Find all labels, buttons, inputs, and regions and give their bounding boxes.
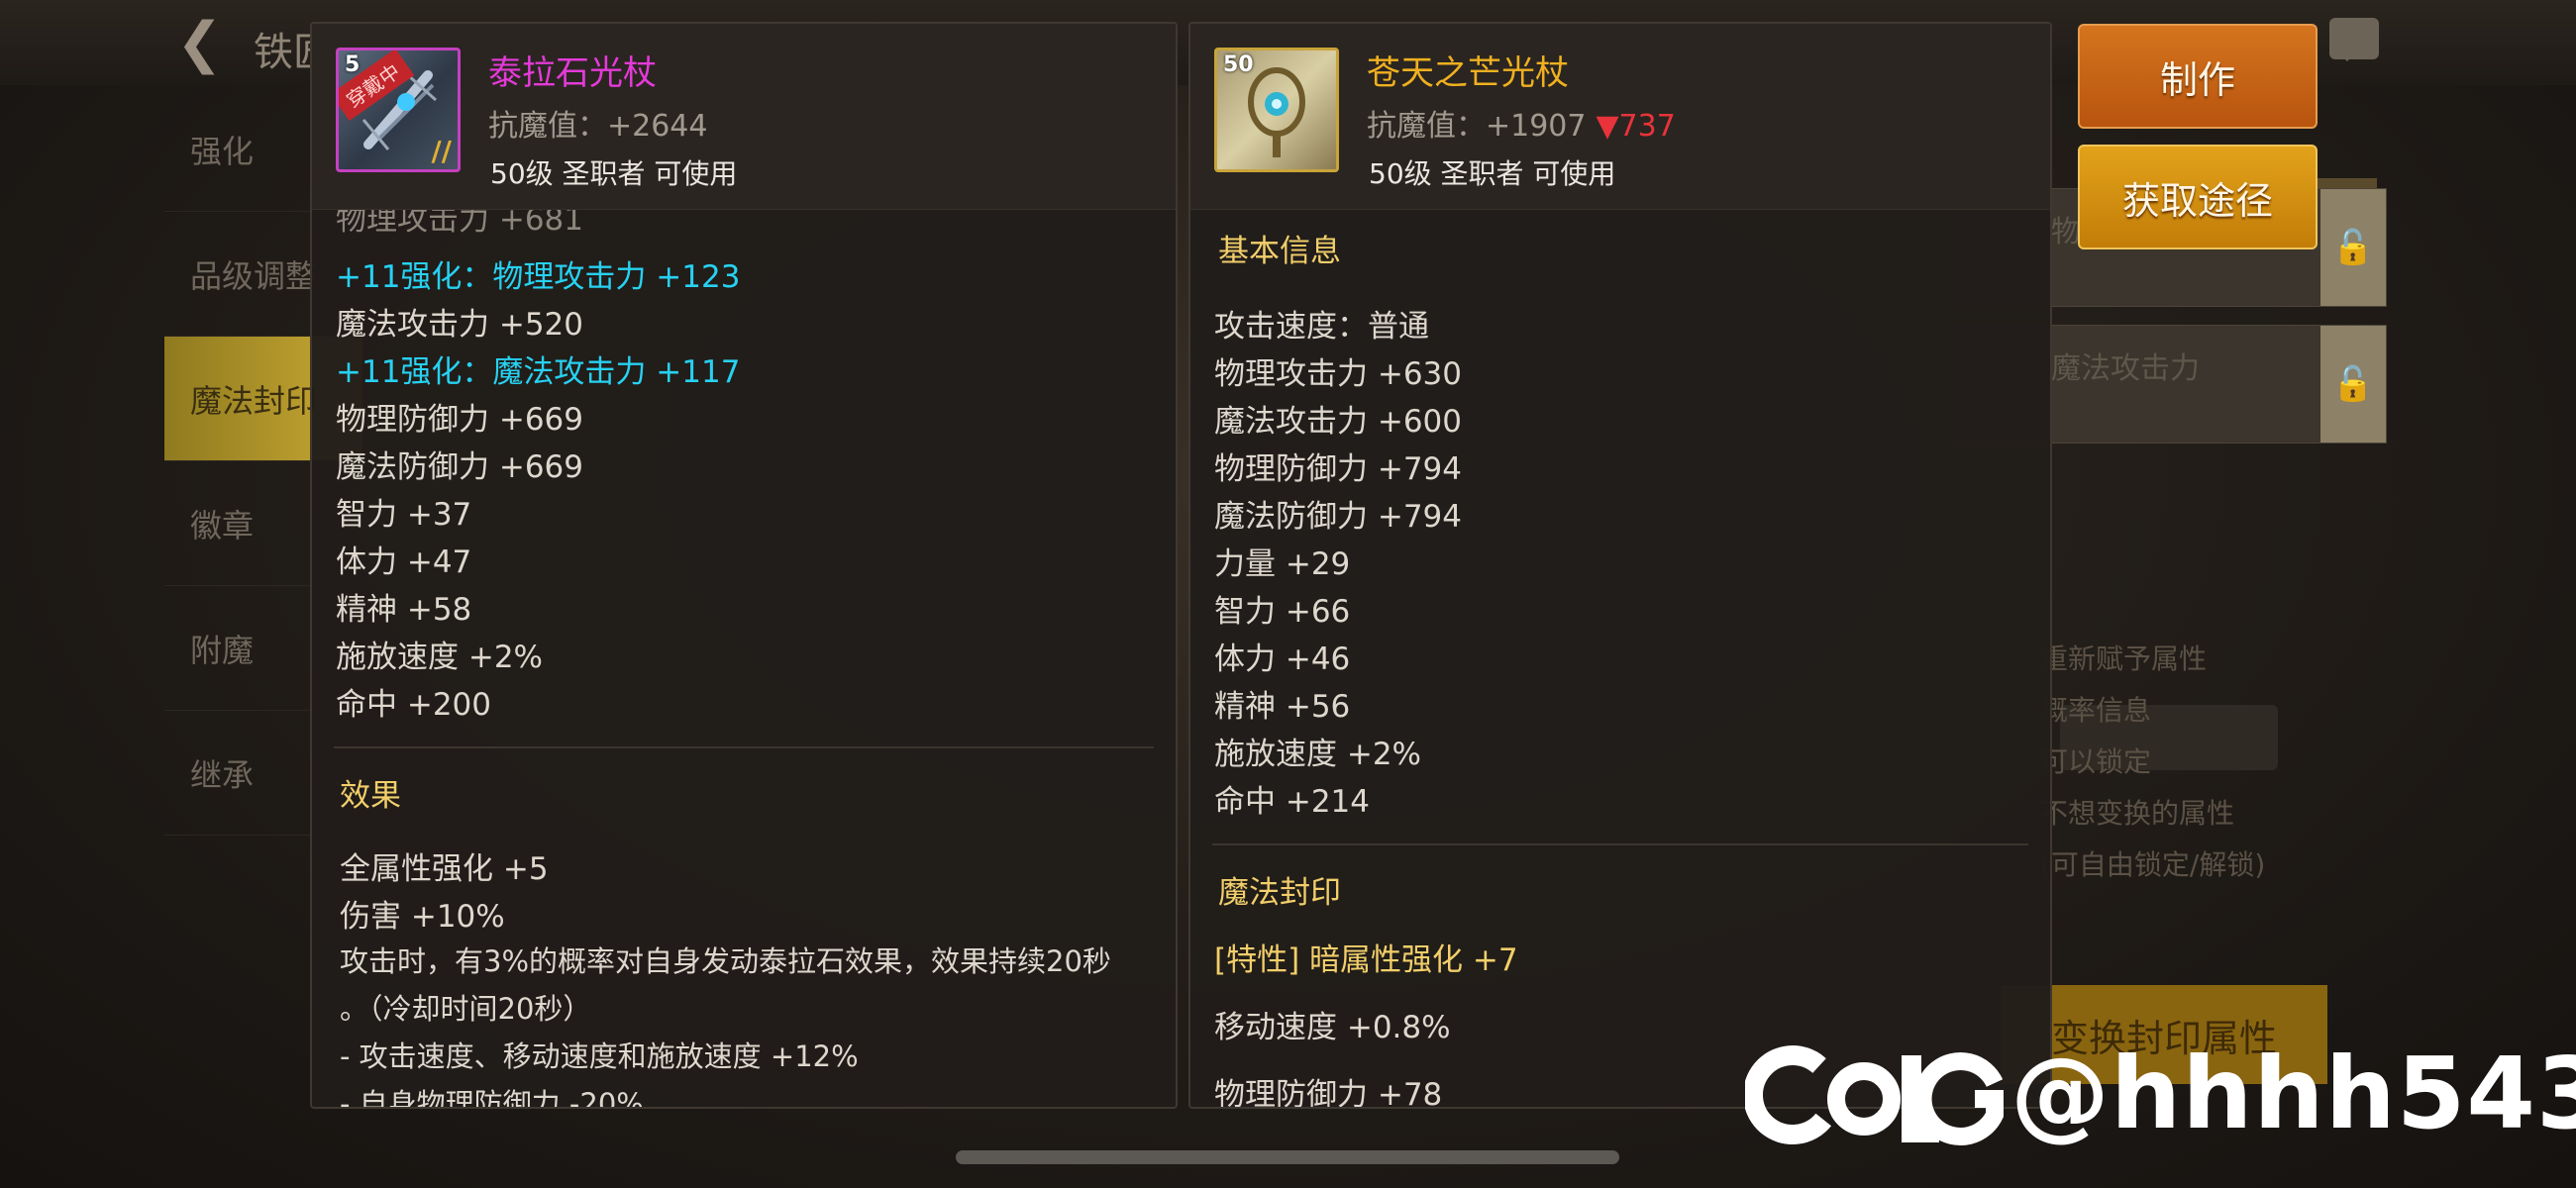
magic-defense-value: 抗魔值：+1907 xyxy=(1367,109,1587,144)
effect-line: 伤害 +10% xyxy=(340,899,505,935)
home-indicator[interactable] xyxy=(956,1150,1619,1164)
colg-logo xyxy=(1745,1044,2004,1145)
stat-line: 力量 +29 xyxy=(1214,546,1351,582)
equipped-item-tooltip: 5 穿戴中 // 泰拉石光杖 抗魔值：+2644 50级 圣职者 可使用 物理攻… xyxy=(310,22,1178,1109)
watermark: @hhhh5432 xyxy=(1745,1036,2576,1151)
effect-line: 攻击时，有3%的概率对自身发动泰拉石效果，效果持续20秒 xyxy=(340,944,1111,978)
stat-line: 攻击速度：普通 xyxy=(1214,309,1429,345)
stat-line: 物理攻击力 +630 xyxy=(1214,356,1462,392)
seal-trait-line: [特性] 暗属性强化 +7 xyxy=(1214,942,1518,978)
stat-line: 体力 +46 xyxy=(1214,642,1351,677)
item-requirement: 50级 圣职者 可使用 xyxy=(1369,157,1616,190)
grade-mark: // xyxy=(431,135,452,167)
compare-item-tooltip: 50 苍天之芒光杖 抗魔值：+1907 ▼737 50级 圣职者 可使用 基本信息… xyxy=(1188,22,2052,1109)
lock-hint-line: (可自由锁定/解锁) xyxy=(2040,848,2266,881)
basic-info-title: 基本信息 xyxy=(1218,234,1341,269)
craft-button[interactable]: 制作 xyxy=(2078,24,2318,129)
item-stats: 物理攻击力 +681 +11强化：物理攻击力 +123 魔法攻击力 +520 +… xyxy=(312,210,1176,1107)
lock-icon[interactable]: 🔓 xyxy=(2320,326,2386,443)
effect-line: 全属性强化 +5 xyxy=(340,851,549,887)
stat-line: 魔法防御力 +669 xyxy=(336,449,583,485)
icon-level: 50 xyxy=(1223,52,1254,77)
magic-defense-diff: ▼737 xyxy=(1596,109,1676,144)
seal-stat-line: 物理防御力 +78 xyxy=(1214,1077,1443,1109)
section-divider xyxy=(1212,843,2028,845)
stat-line: +11强化：魔法攻击力 +117 xyxy=(336,354,741,390)
lock-hint-line: 不想变换的属性 xyxy=(2040,797,2235,830)
stat-line: 命中 +200 xyxy=(336,687,491,723)
stat-line: 施放速度 +2% xyxy=(1214,737,1422,772)
staff-icon: 5 穿戴中 // xyxy=(336,48,461,172)
lock-hint-line: 可以锁定 xyxy=(2040,745,2152,778)
magic-defense-stat: 抗魔值：+1907 ▼737 xyxy=(1367,101,1676,145)
magic-seal-title: 魔法封印 xyxy=(1218,875,1341,911)
stat-line: 魔法防御力 +794 xyxy=(1214,499,1462,535)
reassign-label: 重新赋予属性 xyxy=(2040,643,2208,675)
effect-section-title: 效果 xyxy=(340,778,401,814)
item-stats: 基本信息 攻击速度：普通 物理攻击力 +630 魔法攻击力 +600 物理防御力… xyxy=(1190,210,2050,1107)
item-name: 泰拉石光杖 xyxy=(488,53,657,93)
probability-info-label[interactable]: 概率信息 xyxy=(2040,685,2357,737)
magic-defense-stat: 抗魔值：+2644 xyxy=(488,109,708,144)
seal-help-text: 重新赋予属性 概率信息 可以锁定 不想变换的属性 (可自由锁定/解锁) xyxy=(2040,634,2357,891)
lock-icon[interactable]: 🔓 xyxy=(2320,189,2386,306)
effect-line: 。（冷却时间20秒） xyxy=(340,992,592,1026)
stat-line: 施放速度 +2% xyxy=(336,640,544,675)
stat-line: +11强化：物理攻击力 +123 xyxy=(336,259,741,295)
staff-icon: 50 xyxy=(1214,48,1339,172)
effect-line: - 自身物理防御力 -20% xyxy=(340,1087,644,1109)
item-requirement: 50级 圣职者 可使用 xyxy=(490,157,738,190)
stat-line: 命中 +214 xyxy=(1214,784,1370,820)
seal-attribute-label: 魔法攻击力 xyxy=(2051,351,2200,386)
seal-stat-line: 移动速度 +0.8% xyxy=(1214,1010,1451,1045)
item-name: 苍天之芒光杖 xyxy=(1367,53,1569,93)
stat-line: 体力 +47 xyxy=(336,544,472,580)
stat-line: 物理防御力 +794 xyxy=(1214,451,1462,487)
back-arrow-icon[interactable]: ❮ xyxy=(176,14,236,73)
stat-line: 智力 +66 xyxy=(1214,594,1351,630)
acquire-source-button[interactable]: 获取途径 xyxy=(2078,145,2318,249)
stat-line: 魔法攻击力 +600 xyxy=(1214,404,1462,440)
effect-line: - 攻击速度、移动速度和施放速度 +12% xyxy=(340,1040,859,1073)
section-divider xyxy=(334,746,1154,748)
item-header: 5 穿戴中 // 泰拉石光杖 抗魔值：+2644 50级 圣职者 可使用 xyxy=(312,24,1176,210)
stat-line: 智力 +37 xyxy=(336,497,472,533)
stat-line: 魔法攻击力 +520 xyxy=(336,307,583,343)
watermark-handle: @hhhh5432 xyxy=(2010,1036,2576,1151)
stat-line: 精神 +58 xyxy=(336,592,472,628)
chat-icon[interactable] xyxy=(2329,18,2379,61)
item-header: 50 苍天之芒光杖 抗魔值：+1907 ▼737 50级 圣职者 可使用 xyxy=(1190,24,2050,210)
stat-line: 物理防御力 +669 xyxy=(336,402,583,438)
stat-line: 精神 +56 xyxy=(1214,689,1351,725)
